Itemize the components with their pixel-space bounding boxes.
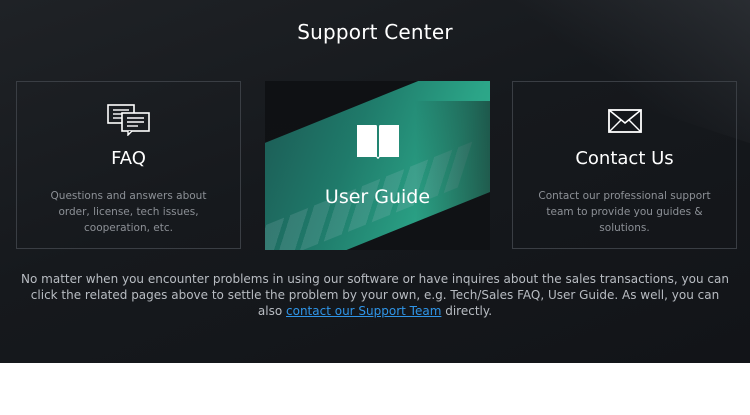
- envelope-icon: [513, 109, 736, 137]
- contact-support-team-link[interactable]: contact our Support Team: [286, 304, 441, 318]
- user-guide-card[interactable]: User Guide: [265, 81, 490, 250]
- open-book-icon: [265, 123, 490, 163]
- page-title: Support Center: [297, 20, 453, 44]
- support-info-text-end: directly.: [441, 304, 493, 318]
- contact-us-heading: Contact Us: [575, 148, 674, 169]
- faq-description: Questions and answers about order, licen…: [50, 190, 207, 234]
- contact-us-card[interactable]: Contact Us Contact our professional supp…: [512, 81, 737, 249]
- faq-card[interactable]: FAQ Questions and answers about order, l…: [16, 81, 241, 249]
- chat-bubbles-icon: [17, 104, 240, 140]
- user-guide-heading: User Guide: [324, 186, 431, 208]
- support-info-text: No matter when you encounter problems in…: [20, 271, 730, 319]
- support-center-panel: Support Center FAQ Questions and answers…: [0, 0, 750, 363]
- contact-us-description: Contact our professional support team to…: [538, 190, 711, 234]
- faq-heading: FAQ: [111, 148, 146, 169]
